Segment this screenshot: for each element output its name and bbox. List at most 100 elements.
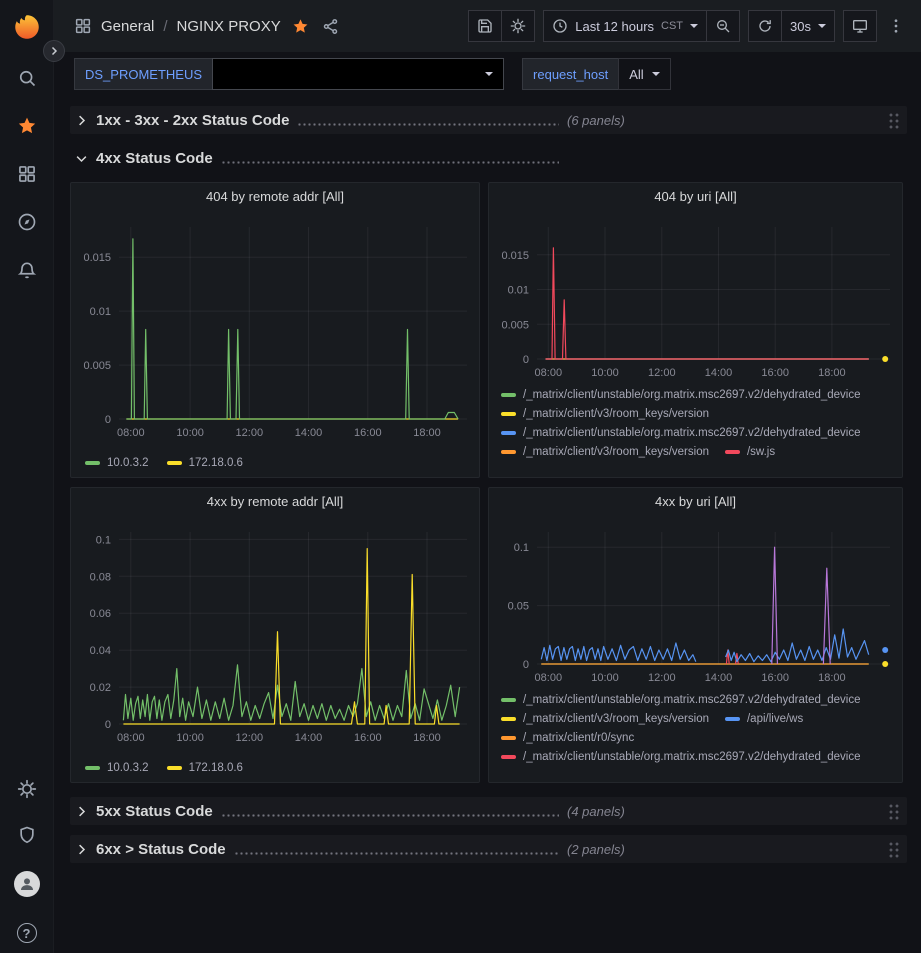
svg-text:0.04: 0.04: [90, 645, 111, 657]
alerting-bell-icon[interactable]: [17, 260, 37, 280]
dashboards-breadcrumb-icon[interactable]: [74, 17, 92, 35]
chevron-down-icon: [485, 72, 493, 76]
legend-item[interactable]: /sw.js: [725, 446, 775, 458]
row-drag-handle[interactable]: [888, 803, 899, 820]
request-host-select[interactable]: All: [618, 58, 670, 90]
timezone-label: CST: [661, 20, 683, 32]
ds-prometheus-select[interactable]: [212, 58, 504, 90]
favorite-star-icon[interactable]: [290, 16, 311, 37]
row-6xx[interactable]: 6xx > Status Code (2 panels): [70, 835, 907, 863]
legend-item[interactable]: 10.0.3.2: [85, 457, 149, 469]
legend: 10.0.3.2 172.18.0.6: [71, 760, 479, 782]
gear-icon[interactable]: [17, 779, 37, 799]
legend-swatch: [501, 698, 516, 702]
share-icon[interactable]: [320, 16, 341, 37]
legend-label: /_matrix/client/unstable/org.matrix.msc2…: [523, 694, 861, 706]
legend-item[interactable]: 172.18.0.6: [167, 762, 243, 774]
svg-text:08:00: 08:00: [117, 732, 145, 744]
panel-title[interactable]: 404 by remote addr [All]: [71, 183, 479, 211]
legend-swatch: [501, 450, 516, 454]
svg-text:18:00: 18:00: [818, 367, 846, 379]
request-host-label[interactable]: request_host: [522, 58, 619, 90]
zoom-out-button[interactable]: [706, 10, 740, 42]
search-icon[interactable]: [17, 68, 37, 88]
panel-title[interactable]: 4xx by remote addr [All]: [71, 488, 479, 516]
svg-text:10:00: 10:00: [591, 367, 619, 379]
svg-text:08:00: 08:00: [535, 672, 563, 684]
row-1xx-3xx-2xx[interactable]: 1xx - 3xx - 2xx Status Code (6 panels): [70, 106, 907, 134]
timeseries-chart[interactable]: 00.0050.010.01508:0010:0012:0014:0016:00…: [491, 211, 900, 385]
main-area: General / NGINX PROXY: [54, 0, 921, 953]
legend-label: 10.0.3.2: [107, 457, 149, 469]
tv-mode-button[interactable]: [843, 10, 877, 42]
submenu: DS_PROMETHEUS request_host All: [54, 52, 921, 96]
legend-item[interactable]: /_matrix/client/v3/room_keys/version: [501, 446, 709, 458]
clock-icon: [552, 18, 568, 34]
legend-item[interactable]: /api/live/ws: [725, 713, 803, 725]
svg-text:12:00: 12:00: [648, 672, 676, 684]
help-icon[interactable]: ?: [17, 923, 37, 943]
row-5xx[interactable]: 5xx Status Code (4 panels): [70, 797, 907, 825]
save-dashboard-button[interactable]: [468, 10, 502, 42]
svg-text:0: 0: [523, 354, 529, 366]
star-icon[interactable]: [17, 116, 37, 136]
legend: 10.0.3.2 172.18.0.6: [71, 455, 479, 477]
panel-title[interactable]: 4xx by uri [All]: [489, 488, 902, 516]
row-drag-handle[interactable]: [888, 112, 899, 129]
svg-text:0: 0: [523, 659, 529, 671]
breadcrumb-section[interactable]: General: [101, 18, 154, 35]
legend-item[interactable]: 172.18.0.6: [167, 457, 243, 469]
legend-item[interactable]: /_matrix/client/unstable/org.matrix.msc2…: [501, 751, 861, 763]
shield-icon[interactable]: [17, 825, 37, 845]
chevron-down-icon: [690, 24, 698, 28]
dashboards-icon[interactable]: [17, 164, 37, 184]
explore-compass-icon[interactable]: [17, 212, 37, 232]
dotted-leader: [297, 123, 559, 126]
legend-item[interactable]: /_matrix/client/unstable/org.matrix.msc2…: [501, 427, 861, 439]
kebab-menu-icon[interactable]: [885, 15, 907, 37]
dotted-leader: [221, 161, 559, 164]
request-host-value: All: [629, 67, 643, 82]
timeseries-chart[interactable]: 00.020.040.060.080.108:0010:0012:0014:00…: [73, 516, 477, 750]
row-title: 5xx Status Code: [96, 803, 213, 820]
legend-swatch: [501, 431, 516, 435]
row-4xx[interactable]: 4xx Status Code: [70, 144, 907, 172]
svg-text:16:00: 16:00: [354, 427, 382, 439]
legend-item[interactable]: /_matrix/client/r0/sync: [501, 732, 634, 744]
panel-title[interactable]: 404 by uri [All]: [489, 183, 902, 211]
timeseries-chart[interactable]: 00.0050.010.01508:0010:0012:0014:0016:00…: [73, 211, 477, 445]
variable-request-host: request_host All: [522, 58, 671, 90]
legend-swatch: [501, 393, 516, 397]
legend-item[interactable]: 10.0.3.2: [85, 762, 149, 774]
legend-item[interactable]: /_matrix/client/unstable/org.matrix.msc2…: [501, 694, 861, 706]
user-avatar[interactable]: [14, 871, 40, 897]
page-title: NGINX PROXY: [177, 18, 281, 35]
dashboard-settings-button[interactable]: [501, 10, 535, 42]
svg-text:16:00: 16:00: [761, 672, 789, 684]
svg-text:18:00: 18:00: [413, 427, 441, 439]
refresh-interval-label: 30s: [790, 19, 811, 34]
row-drag-handle[interactable]: [888, 841, 899, 858]
legend-label: /sw.js: [747, 446, 775, 458]
legend-swatch: [501, 755, 516, 759]
legend-label: /_matrix/client/v3/room_keys/version: [523, 408, 709, 420]
breadcrumb-separator: /: [163, 18, 167, 35]
svg-text:18:00: 18:00: [413, 732, 441, 744]
legend-swatch: [725, 450, 740, 454]
legend-swatch: [725, 717, 740, 721]
legend-item[interactable]: /_matrix/client/unstable/org.matrix.msc2…: [501, 389, 861, 401]
refresh-interval-select[interactable]: 30s: [781, 10, 835, 42]
svg-text:18:00: 18:00: [818, 672, 846, 684]
legend-item[interactable]: /_matrix/client/v3/room_keys/version: [501, 408, 709, 420]
sidebar-expand-button[interactable]: [43, 40, 65, 62]
time-range-picker[interactable]: Last 12 hours CST: [543, 10, 707, 42]
timeseries-chart[interactable]: 00.050.108:0010:0012:0014:0016:0018:00: [491, 516, 900, 690]
ds-prometheus-label[interactable]: DS_PROMETHEUS: [74, 58, 213, 90]
chevron-down-icon: [818, 24, 826, 28]
grafana-logo-icon[interactable]: [12, 12, 42, 42]
legend-label: 172.18.0.6: [189, 457, 243, 469]
topbar: General / NGINX PROXY: [54, 0, 921, 52]
legend-item[interactable]: /_matrix/client/v3/room_keys/version: [501, 713, 709, 725]
panel-4xx-by-uri: 4xx by uri [All] 00.050.108:0010:0012:00…: [488, 487, 903, 783]
refresh-button[interactable]: [748, 10, 782, 42]
